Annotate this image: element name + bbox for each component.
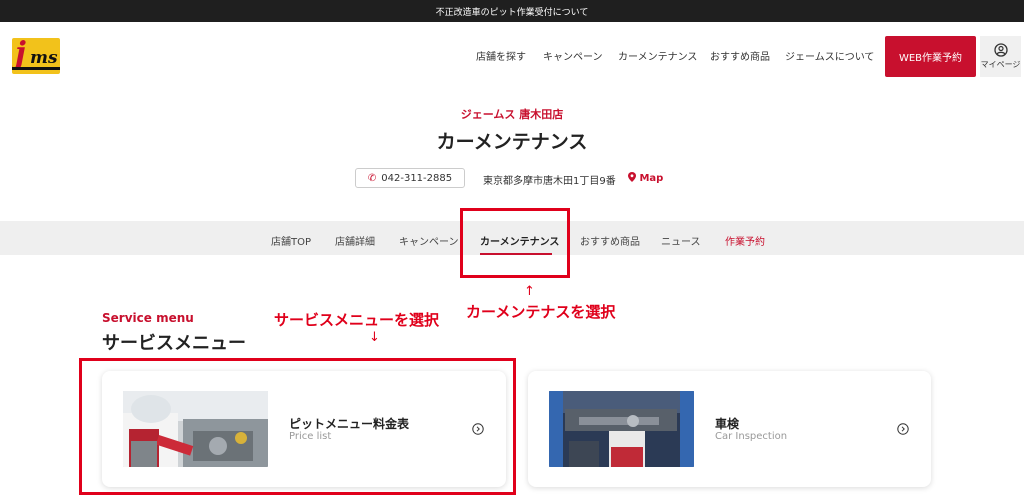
tab-store-top[interactable]: 店舗TOP [271,233,311,248]
mypage-label: マイページ [980,60,1021,69]
nav-item-campaign[interactable]: キャンペーン [543,48,603,63]
tab-news[interactable]: ニュース [661,233,701,248]
page-title: カーメンテナンス [436,131,588,153]
service-heading-en: Service menu [102,311,194,325]
notice-bar[interactable]: 不正改造車のピット作業受付について [0,0,1024,22]
map-link[interactable]: Map [628,172,663,184]
map-pin-icon [628,172,636,182]
annotation-select-maintenance: カーメンテナスを選択 [466,303,616,321]
user-icon [993,43,1008,57]
annotation-select-service: サービスメニューを選択 [274,311,440,329]
tab-work-reservation[interactable]: 作業予約 [725,233,765,248]
phone-link[interactable]: ✆ 042-311-2885 [355,168,465,188]
nav-item-car-maintenance[interactable]: カーメンテナンス [618,48,697,63]
service-card-subtitle: Car Inspection [715,431,788,442]
arrow-circle-right-icon [897,423,909,435]
car-inspection-image [549,391,694,467]
phone-number: 042-311-2885 [381,172,453,184]
tab-store-details[interactable]: 店舗詳細 [335,233,375,248]
jms-logo[interactable]: j ms [12,38,60,74]
store-address: 東京都多摩市唐木田1丁目9番 [483,176,616,187]
highlight-box-tab [460,208,570,278]
map-label: Map [639,173,664,184]
store-name: ジェームス 唐木田店 [460,108,564,121]
service-card-car-inspection[interactable]: 車検 Car Inspection [528,371,931,487]
nav-item-find-store[interactable]: 店舗を探す [476,48,526,63]
phone-icon: ✆ [367,172,377,184]
highlight-box-service-card [79,358,516,495]
nav-item-recommended[interactable]: おすすめ商品 [710,48,770,63]
annotation-arrow-down: ↓ [369,330,380,345]
annotation-arrow-up: ↑ [524,284,535,299]
nav-item-about[interactable]: ジェームスについて [785,48,874,63]
web-reserve-button[interactable]: WEB作業予約 [885,36,976,77]
tab-recommended[interactable]: おすすめ商品 [580,233,640,248]
notice-text[interactable]: 不正改造車のピット作業受付について [436,5,589,18]
service-heading-jp: サービスメニュー [102,333,246,354]
service-card-title: 車検 [715,417,740,431]
tab-campaign[interactable]: キャンペーン [399,233,459,248]
mypage-button[interactable]: マイページ [980,36,1021,77]
page: 不正改造車のピット作業受付について j ms 店舗を探す キャンペーン カーメン… [0,0,1024,501]
